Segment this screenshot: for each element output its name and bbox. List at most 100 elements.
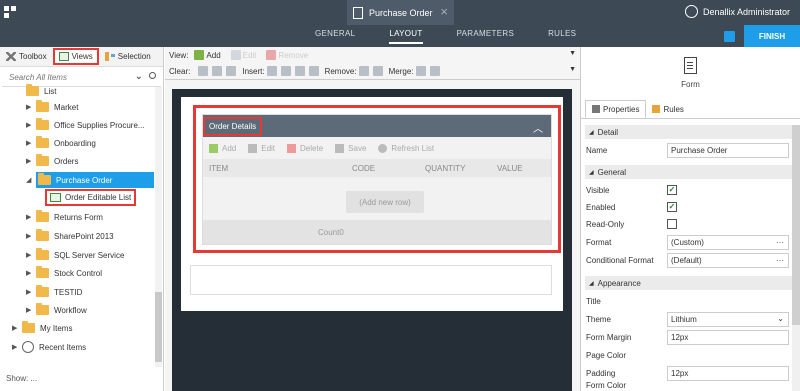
toolbar-remove-label[interactable]: Remove [278, 51, 308, 60]
tree-item-selected[interactable]: ◢ Purchase Order [26, 171, 154, 189]
add-new-row-button[interactable]: (Add new row) [346, 191, 424, 213]
tab-selection[interactable]: Selection [101, 48, 155, 65]
toolbar-collapse-icon[interactable]: ▼ [569, 66, 576, 73]
remove-col-icon[interactable] [358, 66, 369, 76]
chevron-down-icon[interactable]: ⌄ [777, 314, 784, 323]
expand-arrow-icon[interactable]: ▶ [26, 139, 36, 147]
scrollbar-thumb[interactable] [792, 125, 800, 325]
tree-item[interactable]: ▶ Onboarding [26, 134, 96, 152]
collapse-icon[interactable]: ︿ [533, 120, 543, 135]
tree-item[interactable]: ▶ SharePoint 2013 [26, 227, 114, 245]
prop-readonly: Read-Only [585, 215, 793, 233]
column-quantity[interactable]: QUANTITY [425, 164, 465, 173]
list-delete-button[interactable]: Delete [287, 143, 323, 153]
format-field[interactable]: (Custom) ··· [667, 234, 789, 250]
merge-vertical-icon[interactable] [429, 66, 440, 76]
theme-select[interactable]: Lithium ⌄ [667, 311, 789, 327]
column-code[interactable]: CODE [352, 164, 375, 173]
clear-cell-icon[interactable] [198, 66, 209, 76]
expand-arrow-icon[interactable]: ▶ [26, 213, 36, 221]
tree-scrollbar[interactable] [155, 87, 162, 367]
collapse-arrow-icon[interactable]: ◢ [26, 176, 36, 184]
tab-rules[interactable]: Rules [646, 100, 689, 118]
chevron-down-icon[interactable]: ⌄ [135, 71, 143, 82]
scrollbar-thumb[interactable] [155, 292, 162, 362]
show-options[interactable]: Show: ... [6, 374, 37, 383]
list-add-button[interactable]: Add [209, 143, 236, 153]
tree-item[interactable]: ▶ Market [26, 98, 78, 116]
tab-properties[interactable]: Properties [585, 100, 647, 118]
expand-arrow-icon[interactable]: ▶ [12, 324, 22, 332]
document-tab[interactable]: Purchase Order × [347, 0, 454, 25]
search-icon[interactable] [149, 72, 156, 79]
toolbar-collapse-icon[interactable]: ▼ [569, 50, 576, 57]
visible-checkbox[interactable]: ✓ [667, 185, 677, 195]
nav-layout[interactable]: LAYOUT [389, 29, 423, 44]
name-field[interactable]: Purchase Order [667, 142, 789, 158]
remove-row-icon[interactable] [372, 66, 383, 76]
insert-row-above-icon[interactable] [294, 66, 305, 76]
empty-layout-cell[interactable] [190, 265, 552, 295]
edit-icon[interactable] [230, 50, 241, 60]
tree-item[interactable]: ▶ Orders [26, 152, 78, 170]
nav-general[interactable]: GENERAL [315, 29, 355, 44]
nav-rules[interactable]: RULES [548, 29, 576, 44]
insert-col-right-icon[interactable] [280, 66, 291, 76]
expand-arrow-icon[interactable]: ▶ [12, 343, 22, 351]
expand-arrow-icon[interactable]: ▶ [26, 269, 36, 277]
ellipsis-icon[interactable]: ··· [776, 256, 784, 265]
close-icon[interactable]: × [440, 5, 448, 18]
padding-field[interactable]: 12px [667, 365, 789, 381]
user-menu[interactable]: Denallix Administrator [684, 5, 790, 18]
list-edit-button[interactable]: Edit [248, 143, 275, 153]
list-save-button[interactable]: Save [335, 143, 366, 153]
tree-item[interactable]: ▶ Returns Form [26, 208, 103, 226]
enabled-checkbox[interactable]: ✓ [667, 202, 677, 212]
expand-arrow-icon[interactable]: ▶ [26, 157, 36, 165]
column-value[interactable]: VALUE [497, 164, 523, 173]
readonly-checkbox[interactable] [667, 219, 677, 229]
tree-item-order-editable-list[interactable]: Order Editable List [45, 189, 137, 206]
order-details-view[interactable]: Order Details ︿ Add Edit Delete Save Ref… [202, 114, 552, 245]
tree-item[interactable]: ▶ Recent Items [12, 338, 86, 356]
section-detail[interactable]: ◢ Detail [585, 125, 793, 139]
add-icon[interactable] [194, 50, 205, 60]
insert-row-below-icon[interactable] [308, 66, 319, 76]
view-header[interactable]: Order Details ︿ [203, 115, 551, 137]
tree-item[interactable]: ▶ TESTID [26, 283, 82, 301]
app-logo-icon[interactable] [4, 6, 18, 20]
tree-item[interactable]: ▶ Stock Control [26, 264, 102, 282]
toolbar-add-label[interactable]: Add [206, 51, 220, 60]
expand-arrow-icon[interactable]: ▶ [26, 288, 36, 296]
save-button[interactable] [715, 25, 743, 47]
conditional-format-field[interactable]: (Default) ··· [667, 252, 789, 268]
expand-arrow-icon[interactable]: ▶ [26, 121, 36, 129]
tree-item[interactable]: ▶ Workflow [26, 301, 87, 319]
tab-views[interactable]: Views [52, 48, 99, 65]
column-item[interactable]: ITEM [209, 164, 228, 173]
search-input[interactable] [2, 73, 122, 82]
tree-item[interactable]: ▶ SQL Server Service [26, 246, 124, 264]
section-appearance[interactable]: ◢ Appearance [585, 276, 793, 290]
expand-arrow-icon[interactable]: ▶ [26, 306, 36, 314]
list-refresh-button[interactable]: Refresh List [378, 143, 434, 153]
nav-parameters[interactable]: PARAMETERS [457, 29, 515, 44]
properties-scrollbar[interactable] [792, 125, 800, 391]
tree-item[interactable]: ▶ Office Supplies Procure... [26, 116, 145, 134]
clear-table-icon[interactable] [226, 66, 237, 76]
ellipsis-icon[interactable]: ··· [776, 238, 784, 247]
remove-icon[interactable] [266, 50, 277, 60]
tree-item[interactable]: ▶ My Items [12, 319, 72, 337]
section-general[interactable]: ◢ General [585, 165, 793, 179]
expand-arrow-icon[interactable]: ▶ [26, 232, 36, 240]
toolbar-edit-label[interactable]: Edit [243, 51, 257, 60]
clear-row-icon[interactable] [212, 66, 223, 76]
expand-arrow-icon[interactable]: ▶ [26, 251, 36, 259]
expand-arrow-icon[interactable]: ▶ [26, 103, 36, 111]
form-margin-field[interactable]: 12px [667, 329, 789, 345]
insert-col-left-icon[interactable] [266, 66, 277, 76]
merge-horizontal-icon[interactable] [415, 66, 426, 76]
finish-button[interactable]: FINISH [744, 25, 800, 47]
tree-item-purchase-order[interactable]: Purchase Order [36, 172, 154, 188]
tab-toolbox[interactable]: Toolbox [2, 48, 51, 65]
